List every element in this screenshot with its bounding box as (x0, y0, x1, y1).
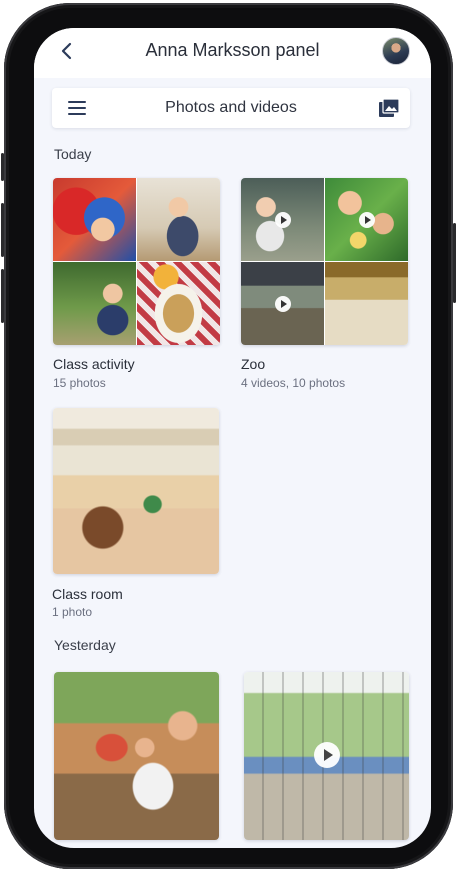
play-icon[interactable] (359, 212, 375, 228)
album-name: Zoo (241, 356, 266, 372)
avatar[interactable] (382, 37, 410, 65)
album-name: Class activity (53, 356, 135, 372)
album-thumbnail-class-room[interactable] (53, 408, 219, 574)
photo-library-icon[interactable] (379, 98, 400, 117)
section-nav-bar: Photos and videos (52, 88, 410, 128)
album-thumbnail-zoo[interactable] (241, 178, 408, 345)
album-meta: 1 photo (52, 605, 93, 619)
back-icon[interactable] (58, 39, 76, 63)
photo-tile (325, 262, 408, 345)
photo-tile (53, 262, 136, 345)
album-thumbnail-class-activity[interactable] (53, 178, 220, 345)
play-icon[interactable] (314, 742, 340, 768)
hamburger-menu-icon[interactable] (68, 101, 86, 115)
album-thumbnail[interactable] (244, 672, 409, 840)
top-bar: Anna Marksson panel (34, 28, 431, 78)
album-thumbnail[interactable] (54, 672, 219, 840)
nav-title: Photos and videos (165, 99, 297, 116)
phone-frame: Anna Marksson panel Photos and videos To… (1, 3, 456, 869)
photo-tile (53, 408, 219, 574)
album-meta: 15 photos (53, 376, 106, 390)
photo-tile (244, 672, 409, 840)
volume-down-button (1, 269, 4, 323)
photo-tile (241, 262, 324, 345)
page-title: Anna Marksson panel (145, 40, 320, 60)
app-screen: Anna Marksson panel Photos and videos To… (34, 28, 431, 848)
album-name: Class room (52, 586, 123, 602)
power-button (453, 223, 456, 303)
photo-tile (137, 178, 220, 261)
album-meta: 4 videos, 10 photos (241, 376, 346, 390)
photo-tile (241, 178, 324, 261)
section-label-yesterday: Yesterday (54, 637, 116, 653)
play-icon[interactable] (275, 296, 291, 312)
photo-tile (54, 672, 219, 840)
photo-tile (137, 262, 220, 345)
section-label-today: Today (54, 146, 92, 162)
play-icon[interactable] (275, 212, 291, 228)
volume-up-button (1, 203, 4, 257)
photo-tile (325, 178, 408, 261)
mute-switch (1, 153, 4, 181)
photo-tile (53, 178, 136, 261)
